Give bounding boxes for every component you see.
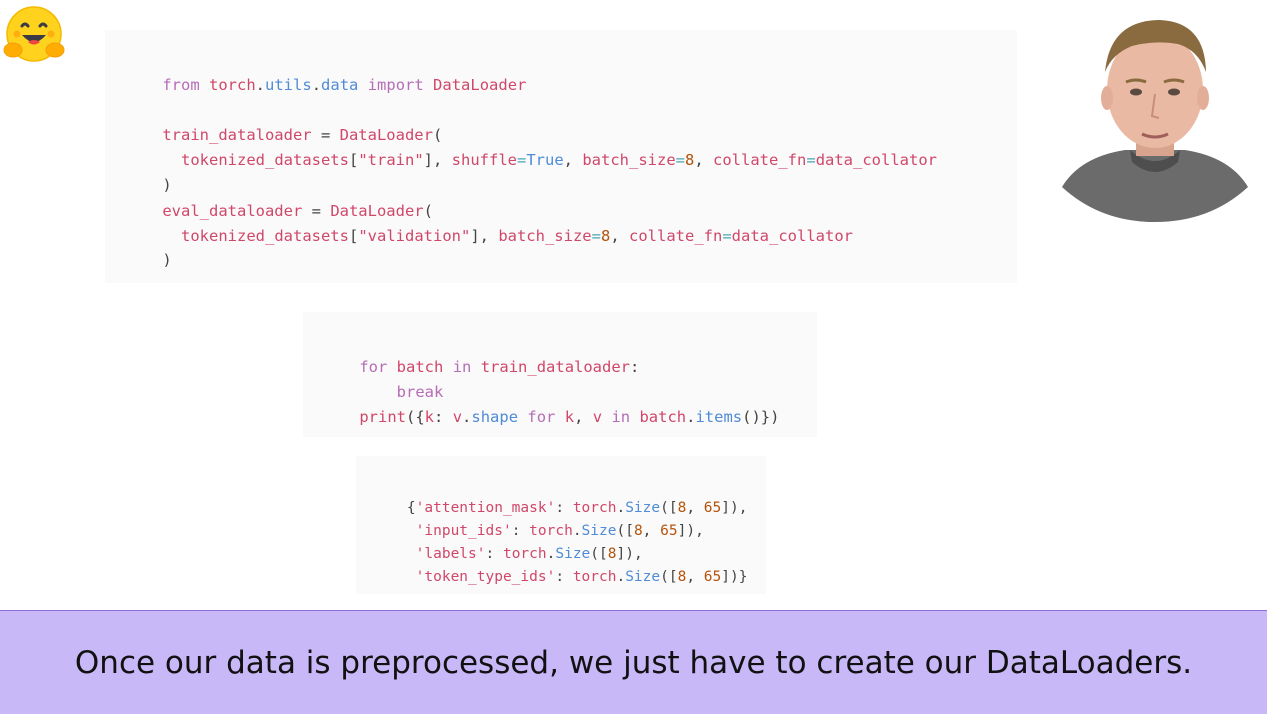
code-line: print({k: v.shape for k, v in batch.item…: [359, 408, 780, 426]
code-line: ): [162, 251, 172, 269]
code-block-dataloader: from torch.utils.data import DataLoader …: [105, 30, 1017, 283]
presenter-webcam: [1062, 20, 1248, 222]
caption-bar: Once our data is preprocessed, we just h…: [0, 610, 1267, 714]
code-line: tokenized_datasets["validation"], batch_…: [181, 227, 853, 245]
caption-text: Once our data is preprocessed, we just h…: [74, 644, 1193, 681]
hugging-face-logo-icon: [3, 6, 65, 62]
code-block-loop: for batch in train_dataloader: break pri…: [303, 312, 817, 437]
code-line: from torch.utils.data import DataLoader: [162, 76, 527, 94]
code-line: tokenized_datasets["train"], shuffle=Tru…: [181, 151, 938, 169]
output-line: 'token_type_ids': torch.Size([8, 65])}: [415, 569, 748, 585]
output-block: {'attention_mask': torch.Size([8, 65]), …: [356, 456, 766, 594]
